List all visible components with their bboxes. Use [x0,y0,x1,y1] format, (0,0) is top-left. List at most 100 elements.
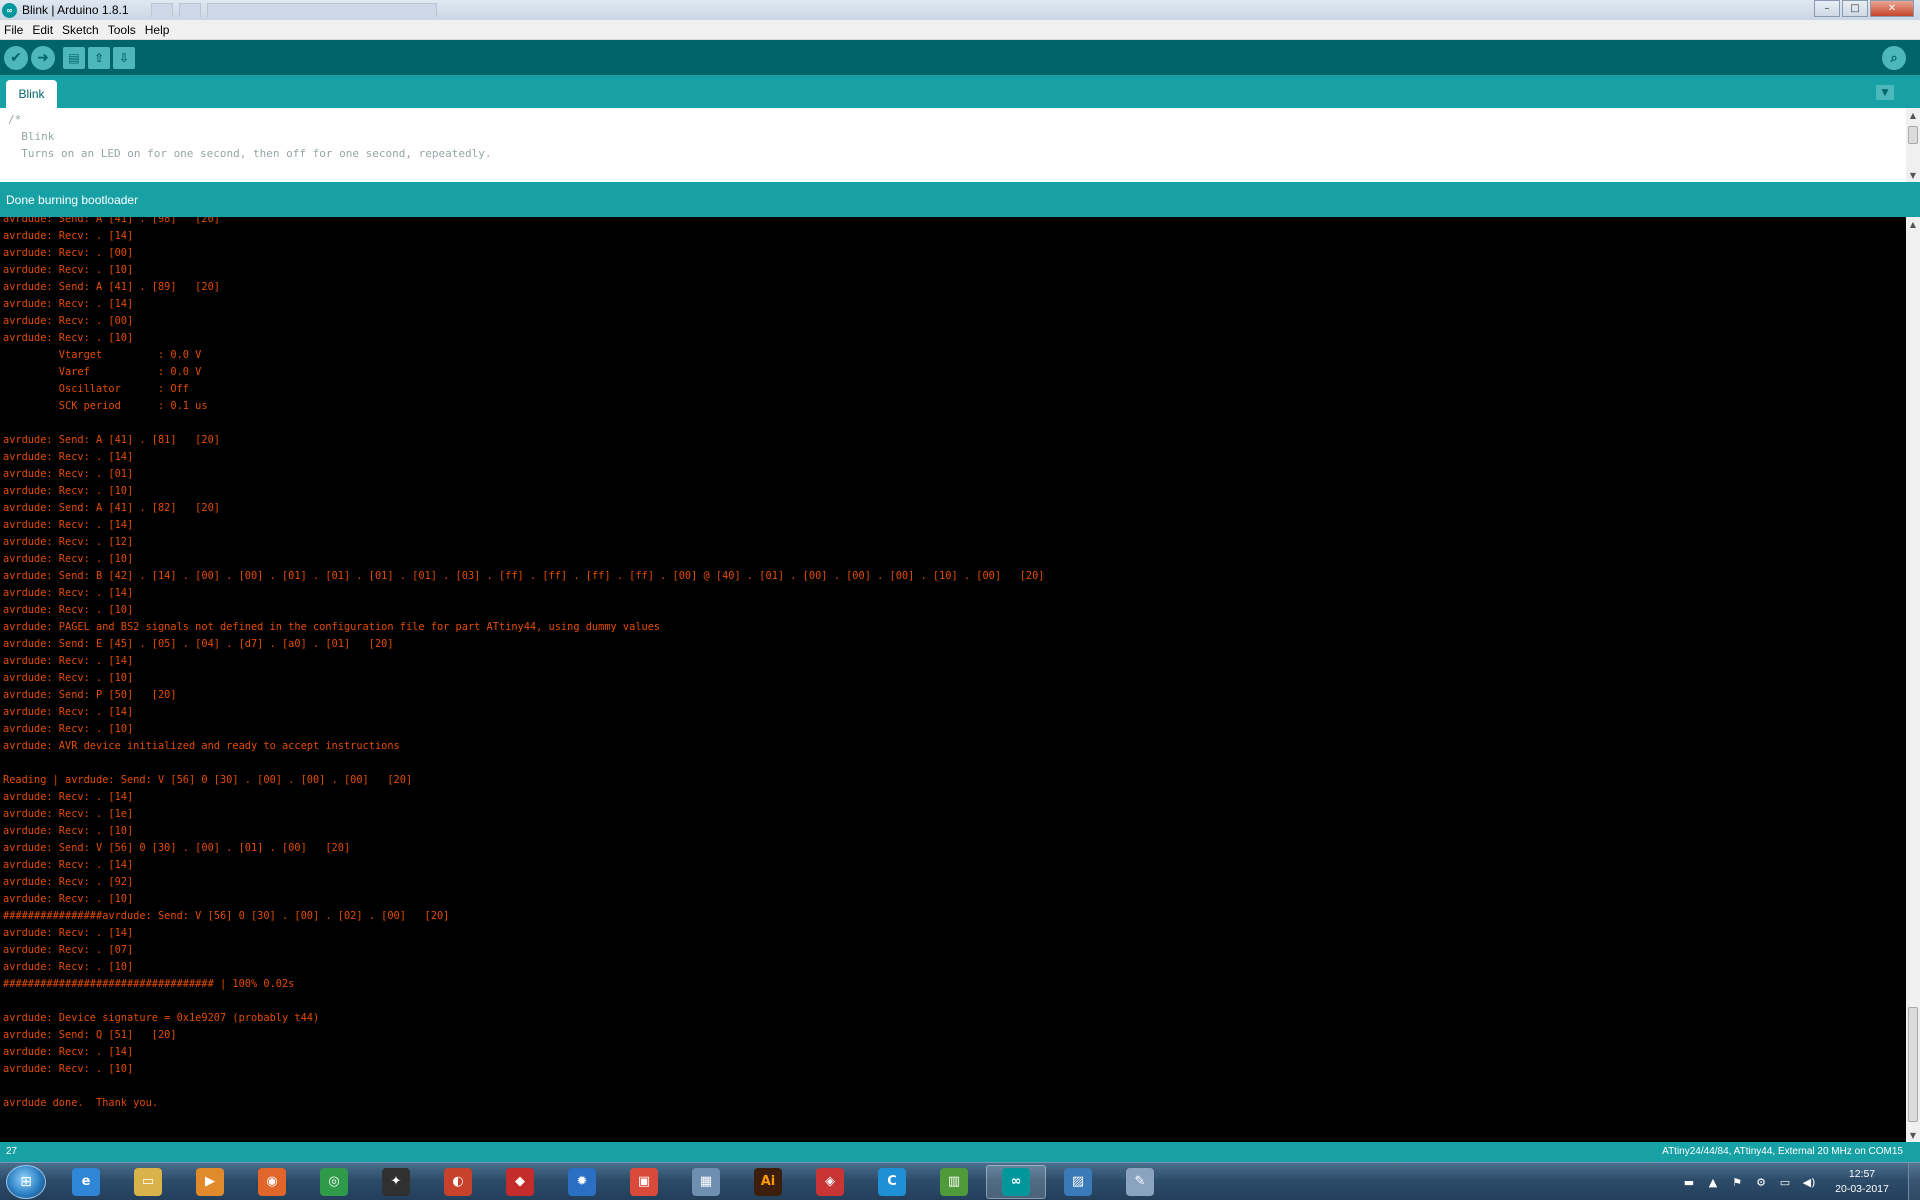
console-line: avrdude: Recv: . [10] [3,672,134,684]
taskbar-publisher[interactable]: ▣ [614,1165,674,1199]
arrow-right-icon: ➜ [37,49,49,66]
tray-icons: ▬ ▲ ⚑ ⚙ ▭ ◀) [1680,1174,1824,1190]
console-line: avrdude: Recv: . [10] [3,961,134,973]
console-text: avrdude: Send: A [41] . [98] [20] avrdude… [3,217,1044,1112]
console-line: avrdude: Recv: . [1e] [3,808,134,820]
console-scrollbar[interactable]: ▲ ▼ [1906,217,1920,1142]
taskbar-c-app[interactable]: C [862,1165,922,1199]
volume-icon[interactable]: ◀) [1800,1174,1818,1190]
console-line: avrdude: PAGEL and BS2 signals not defin… [3,621,661,633]
upload-button[interactable]: ➜ [31,45,55,70]
verify-button[interactable]: ✔ [4,45,28,70]
scroll-up-icon[interactable]: ▲ [1906,217,1920,231]
console-scroll-thumb[interactable] [1908,1007,1918,1122]
chart-app-icon: ▥ [940,1167,968,1196]
menu-edit[interactable]: Edit [31,23,58,37]
console-line: avrdude: Recv: . [14] [3,706,134,718]
background-window-tabs [150,3,437,17]
taskbar-internet-explorer[interactable]: e [56,1165,116,1199]
taskbar-design-app[interactable]: ✦ [366,1165,426,1199]
console-line: avrdude: Recv: . [01] [3,468,134,480]
console-line: avrdude: Recv: . [14] [3,791,134,803]
window-title: Blink | Arduino 1.8.1 [22,3,129,17]
windows-taskbar: ⊞ e ▭ ▶ ◉ ◎ ✦ ◐ ◆ ✹ ▣ ▦ Ai ◈ C ▥ ∞ ▨ ✎ ▬ ▲ ⚑ ⚙ ▭ ◀) 12:57 20-0… [0,1162,1920,1200]
taskbar-illustrator[interactable]: Ai [738,1165,798,1199]
console-line: Varef : 0.0 V [3,366,202,378]
console-line: avrdude: Send: P [50] [20] [3,689,177,701]
scroll-down-icon[interactable]: ▼ [1906,1128,1920,1142]
console-line: avrdude: Send: A [41] . [82] [20] [3,502,220,514]
new-button[interactable]: ▤ [63,46,85,69]
taskbar-paint[interactable]: ✎ [1110,1165,1170,1199]
show-hidden-icons-icon[interactable]: ▲ [1704,1174,1722,1190]
taskbar-chrome[interactable]: ◎ [304,1165,364,1199]
clock[interactable]: 12:57 20-03-2017 [1824,1167,1900,1197]
internet-explorer-icon: e [72,1167,100,1196]
console-line: ################avrdude: Send: V [56] 0 … [3,910,450,922]
close-button[interactable]: ✕ [1870,0,1914,17]
open-button[interactable]: ⇧ [88,46,110,69]
taskbar-arduino[interactable]: ∞ [986,1164,1046,1199]
menu-tools[interactable]: Tools [107,23,141,37]
file-explorer-icon: ▭ [134,1167,162,1196]
keyboard-icon[interactable]: ▬ [1680,1174,1698,1190]
taskbar-printer[interactable]: ▦ [676,1165,736,1199]
taskbar-sketchup[interactable]: ◆ [490,1165,550,1199]
clock-time: 12:57 [1848,1168,1876,1180]
console-line: avrdude: Recv: . [14] [3,927,134,939]
taskbar-settings-gear[interactable]: ✹ [552,1165,612,1199]
menu-bar: File Edit Sketch Tools Help [0,20,1920,40]
settings-icon[interactable]: ⚙ [1752,1174,1770,1190]
menu-file[interactable]: File [3,23,28,37]
background-tab [178,3,201,17]
code-line: Turns on an LED on for one second, then … [8,147,492,160]
maximize-button[interactable]: □ [1842,0,1868,17]
menu-sketch[interactable]: Sketch [61,23,104,37]
network-icon[interactable]: ▭ [1776,1174,1794,1190]
tab-menu-button[interactable]: ▼ [1876,85,1894,100]
console-line: avrdude: Recv: . [00] [3,247,134,259]
console-line: avrdude: Recv: . [14] [3,859,134,871]
console-line: avrdude: Recv: . [14] [3,519,134,531]
console-output[interactable]: avrdude: Send: A [41] . [98] [20] avrdude… [0,217,1920,1142]
console-line: Vtarget : 0.0 V [3,349,202,361]
taskbar-document-app[interactable]: ◈ [800,1165,860,1199]
taskbar-media-player[interactable]: ▶ [180,1165,240,1199]
save-button[interactable]: ⇩ [113,46,135,69]
start-button[interactable]: ⊞ [6,1164,46,1199]
taskbar-ccleaner[interactable]: ◐ [428,1165,488,1199]
tab-blink[interactable]: Blink [6,80,57,108]
serial-monitor-button[interactable]: ⌕ [1882,46,1906,70]
code-line: Blink [8,130,55,143]
scroll-up-icon[interactable]: ▲ [1906,108,1920,122]
scroll-down-icon[interactable]: ▼ [1906,168,1920,182]
clock-date: 20-03-2017 [1835,1183,1889,1195]
arduino-logo-icon: ∞ [2,2,17,18]
console-line: avrdude: Send: B [42] . [14] . [00] . [0… [3,570,1045,582]
console-line: avrdude: Recv: . [10] [3,893,134,905]
taskbar-file-explorer[interactable]: ▭ [118,1165,178,1199]
show-desktop-button[interactable] [1908,1163,1920,1200]
editor-scroll-thumb[interactable] [1908,126,1918,144]
c-app-icon: C [878,1167,906,1196]
menu-help[interactable]: Help [144,23,175,37]
console-line: avrdude: Recv: . [10] [3,604,134,616]
taskbar-chart-app[interactable]: ▥ [924,1165,984,1199]
firefox-icon: ◉ [258,1167,286,1196]
minimize-button[interactable]: – [1814,0,1840,17]
console-line: avrdude: Recv: . [10] [3,332,134,344]
background-tab [206,3,437,17]
console-line: avrdude: Send: E [45] . [05] . [04] . [d… [3,638,394,650]
console-line: avrdude: Recv: . [00] [3,315,134,327]
taskbar-firefox[interactable]: ◉ [242,1165,302,1199]
console-line: avrdude: Recv: . [10] [3,264,134,276]
action-center-flag-icon[interactable]: ⚑ [1728,1174,1746,1190]
editor-scrollbar[interactable]: ▲ ▼ [1906,108,1920,182]
taskbar-image-viewer[interactable]: ▨ [1048,1165,1108,1199]
check-icon: ✔ [10,49,22,66]
arrow-down-icon: ⇩ [118,50,130,65]
code-editor[interactable]: /* Blink Turns on an LED on for one seco… [0,108,1920,182]
